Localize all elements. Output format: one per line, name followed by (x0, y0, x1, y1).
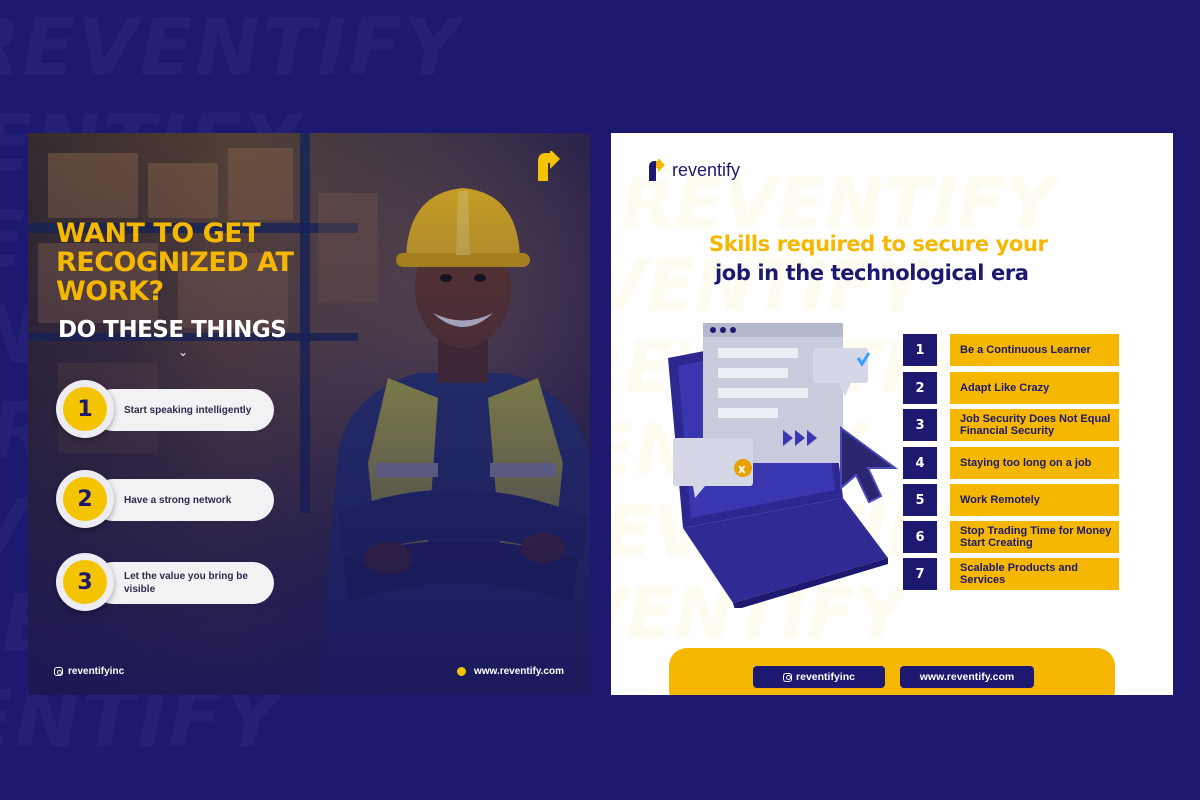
skill-label: Scalable Products and Services (950, 558, 1119, 590)
tip-text: Have a strong network (92, 479, 274, 521)
brand-name: reventify (672, 159, 741, 180)
tip-item: Have a strong network 2 (56, 470, 274, 528)
watermark-row: REVENTIFY (611, 245, 926, 327)
skill-number: 4 (903, 447, 937, 479)
list-item: 7 Scalable Products and Services (903, 558, 1119, 590)
tip-number-badge: 1 (56, 380, 114, 438)
instagram-handle[interactable]: reventifyinc (753, 666, 885, 688)
tip-number-badge: 3 (56, 553, 114, 611)
instagram-icon (783, 672, 793, 682)
page-title-line1: Skills required to secure your (709, 232, 1048, 256)
skill-label: Stop Trading Time for Money Start Creati… (950, 521, 1119, 553)
instagram-handle[interactable]: reventifyinc (54, 666, 124, 677)
svg-text:x: x (738, 462, 746, 476)
skill-label: Work Remotely (950, 484, 1119, 516)
instagram-handle-text: reventifyinc (796, 671, 855, 683)
page-headline: WANT TO GET RECOGNIZED AT WORK? (56, 218, 294, 307)
list-item: 4 Staying too long on a job (903, 447, 1119, 479)
skill-number: 7 (903, 558, 937, 590)
page-title-line2: job in the technological era (715, 261, 1029, 285)
website-text: www.reventify.com (919, 671, 1015, 683)
list-item: 3 Job Security Does Not Equal Financial … (903, 409, 1119, 441)
list-item: 6 Stop Trading Time for Money Start Crea… (903, 521, 1119, 553)
skill-number: 5 (903, 484, 937, 516)
card-footer: reventifyinc www.reventify.com (28, 663, 590, 683)
list-item: 5 Work Remotely (903, 484, 1119, 516)
instagram-icon (54, 667, 63, 676)
website-link[interactable]: www.reventify.com (456, 666, 564, 677)
reventify-logo-icon (538, 151, 560, 181)
skill-number: 3 (903, 409, 937, 441)
skill-label: Adapt Like Crazy (950, 372, 1119, 404)
list-item: 1 Be a Continuous Learner (903, 334, 1119, 366)
list-item: 2 Adapt Like Crazy (903, 372, 1119, 404)
website-link[interactable]: www.reventify.com (900, 666, 1034, 688)
dot-icon (456, 667, 466, 676)
website-text: www.reventify.com (473, 666, 564, 677)
brand-logo[interactable]: reventify (647, 159, 740, 181)
tip-number: 1 (63, 387, 107, 431)
skill-label: Job Security Does Not Equal Financial Se… (950, 409, 1119, 441)
tip-number-badge: 2 (56, 470, 114, 528)
skill-number: 1 (903, 334, 937, 366)
tip-item: Let the value you bring be visible 3 (56, 553, 274, 611)
tip-number: 3 (63, 560, 107, 604)
skills-post-card: REVENTIFY REVENTIFY REVENTIFY REVENTIFY … (611, 133, 1173, 695)
card-footer: reventifyinc www.reventify.com (669, 648, 1115, 695)
laptop-illustration: x (668, 323, 899, 608)
page-subheadline: DO THESE THINGS (58, 317, 287, 343)
skill-label: Staying too long on a job (950, 447, 1119, 479)
chevron-down-icon: ⌄ (178, 345, 189, 359)
instagram-handle-text: reventifyinc (68, 666, 125, 677)
skill-number: 6 (903, 521, 937, 553)
recognition-post-card: WANT TO GET RECOGNIZED AT WORK? DO THESE… (28, 133, 590, 695)
tip-text: Start speaking intelligently (92, 389, 274, 431)
watermark-row: REVENTIFY (0, 0, 1200, 96)
tip-text: Let the value you bring be visible (92, 562, 274, 604)
tip-item: Start speaking intelligently 1 (56, 380, 274, 438)
skill-number: 2 (903, 372, 937, 404)
tip-number: 2 (63, 477, 107, 521)
reventify-logo-icon (649, 159, 665, 181)
skill-label: Be a Continuous Learner (950, 334, 1119, 366)
